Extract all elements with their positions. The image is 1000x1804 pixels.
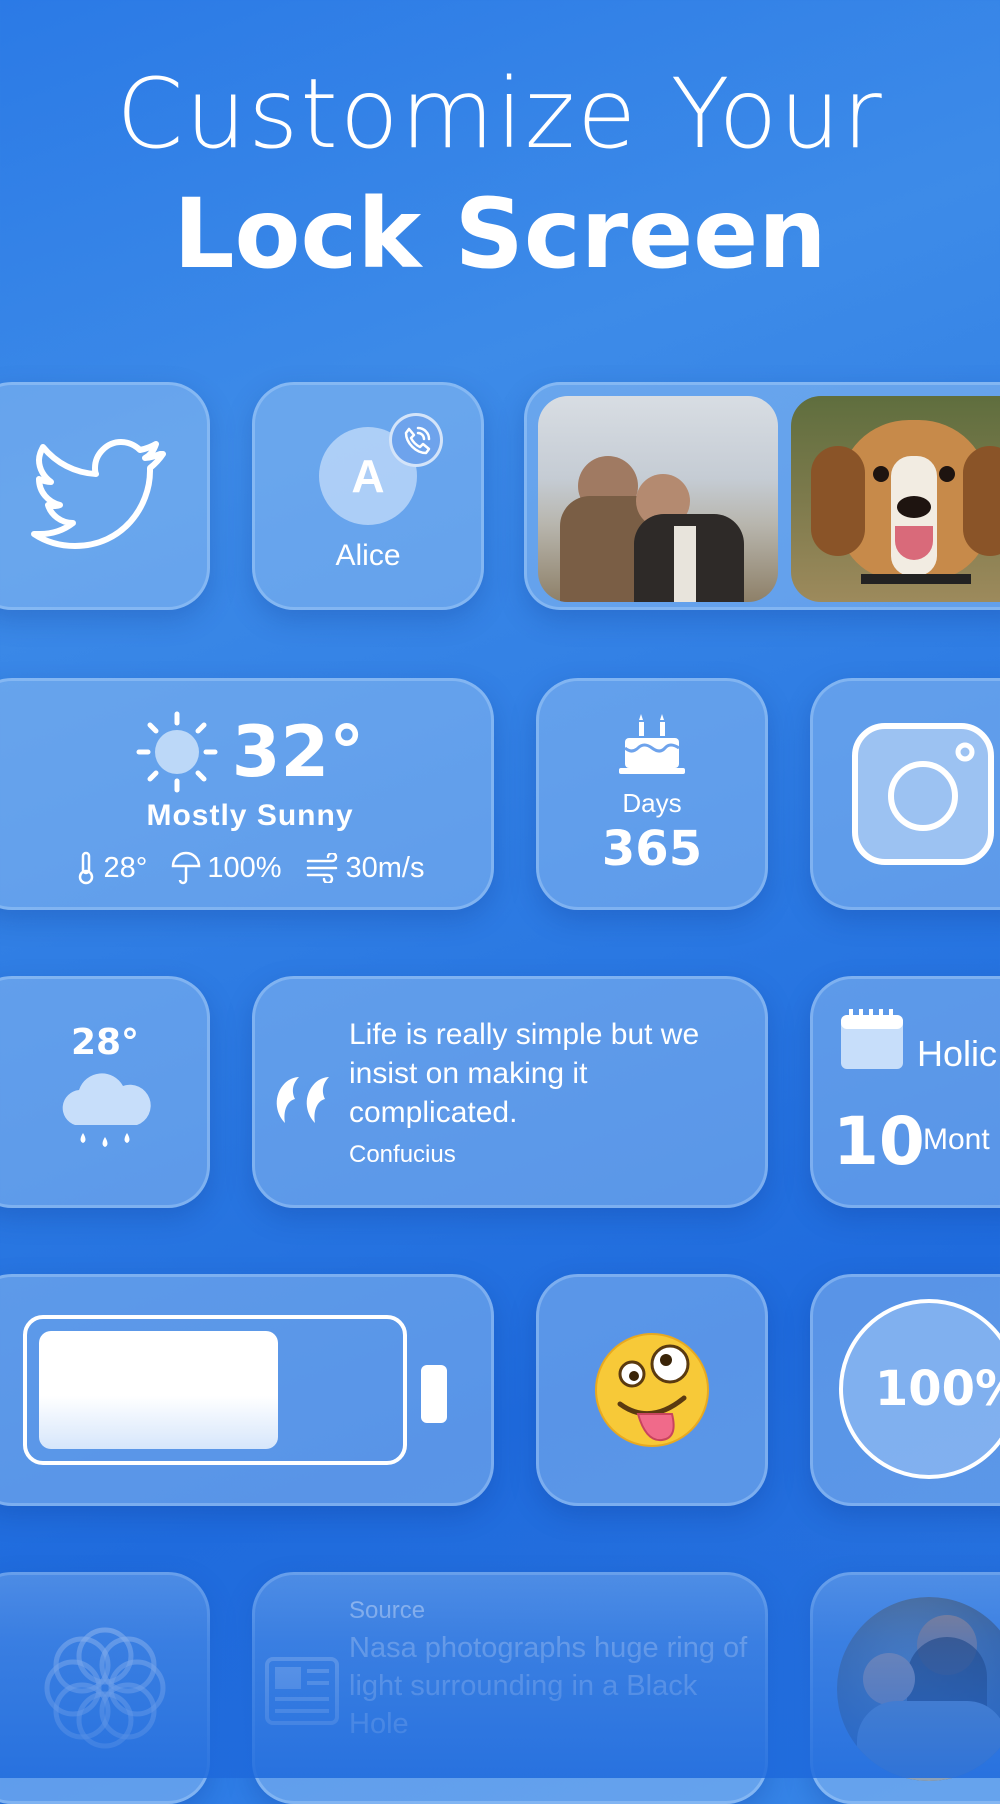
- photo-two-women[interactable]: [538, 396, 778, 602]
- newspaper-icon: [265, 1657, 339, 1725]
- photos-widget[interactable]: [524, 382, 1000, 610]
- news-widget[interactable]: Source Nasa photographs huge ring of lig…: [252, 1572, 768, 1804]
- instagram-icon: [852, 723, 994, 865]
- weather-low: 28°: [103, 851, 148, 884]
- thermometer-icon: [79, 851, 94, 885]
- calendar-icon: [841, 1009, 903, 1069]
- emoji-widget[interactable]: [536, 1274, 768, 1506]
- umbrella-icon: [172, 851, 201, 885]
- zany-face-emoji-icon: [595, 1333, 709, 1447]
- rain-cloud-icon: [62, 1072, 151, 1147]
- family-photo-widget[interactable]: [810, 1572, 1000, 1804]
- instagram-widget[interactable]: [810, 678, 1000, 910]
- countdown-label: Days: [622, 787, 682, 818]
- headline-line-1: Customize Your: [116, 58, 884, 170]
- countdown-value: 365: [601, 820, 703, 877]
- twitter-widget[interactable]: [0, 382, 210, 610]
- holiday-value: 10: [833, 1103, 925, 1180]
- weather-widget[interactable]: 32° Mostly Sunny 28° 100% 30m/s: [0, 678, 494, 910]
- news-headline: Nasa photographs huge ring of light surr…: [349, 1632, 748, 1740]
- contact-name: Alice: [335, 539, 401, 572]
- countdown-widget[interactable]: Days 365: [536, 678, 768, 910]
- holiday-title: Holic: [917, 1033, 998, 1074]
- battery-terminal: [421, 1365, 447, 1423]
- headline-line-2: Lock Screen: [173, 178, 827, 290]
- photo-beagle-dog[interactable]: [791, 396, 1000, 602]
- weather-temperature: 32°: [231, 711, 365, 793]
- avatar-initial: A: [351, 450, 385, 502]
- weather-wind: 30m/s: [345, 851, 425, 884]
- quote-author: Confucius: [349, 1141, 456, 1168]
- flower-widget[interactable]: [0, 1572, 210, 1804]
- sun-icon: [136, 711, 218, 793]
- contact-widget[interactable]: A Alice: [252, 382, 484, 610]
- twitter-bird-icon: [31, 439, 166, 549]
- battery-percent-ring: 100%: [839, 1299, 1000, 1479]
- quote-widget[interactable]: Life is really simple but we insist on m…: [252, 976, 768, 1208]
- rain-weather-widget[interactable]: 28°: [0, 976, 210, 1208]
- phone-call-icon: [389, 413, 443, 467]
- rain-temperature: 28°: [70, 1021, 140, 1063]
- weather-condition: Mostly Sunny: [146, 799, 354, 832]
- battery-icon: [23, 1315, 407, 1465]
- wind-icon: [306, 853, 337, 883]
- avatar: A: [319, 413, 443, 525]
- holiday-unit: Mont: [923, 1123, 990, 1156]
- quote-marks-icon: [276, 1077, 329, 1123]
- battery-percent-widget[interactable]: 100%: [810, 1274, 1000, 1506]
- battery-percent-value: 100%: [874, 1361, 1000, 1417]
- news-source: Source: [349, 1597, 426, 1624]
- holiday-widget[interactable]: Holic 10 Mont: [810, 976, 1000, 1208]
- battery-widget[interactable]: [0, 1274, 494, 1506]
- quote-text: Life is really simple but we insist on m…: [349, 1018, 700, 1129]
- birthday-cake-icon: [619, 713, 685, 774]
- family-photo: [837, 1597, 1000, 1781]
- weather-precip: 100%: [207, 851, 282, 884]
- flower-icon: [44, 1627, 166, 1749]
- battery-fill: [39, 1331, 278, 1449]
